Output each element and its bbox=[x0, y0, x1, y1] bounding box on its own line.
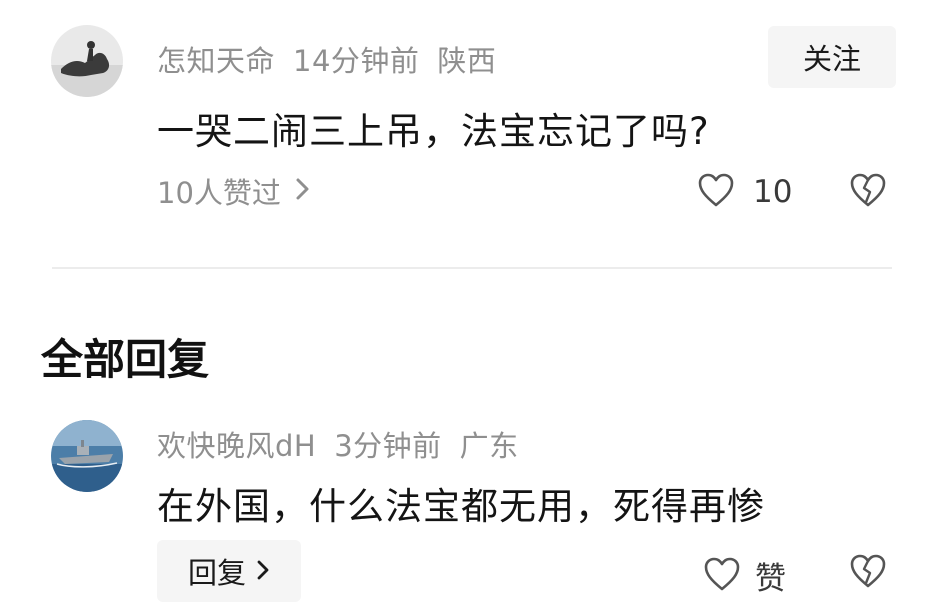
reply-time: 3分钟前 bbox=[334, 429, 442, 463]
broken-heart-icon bbox=[849, 553, 887, 593]
divider bbox=[52, 267, 892, 269]
section-title: 全部回复 bbox=[41, 335, 210, 384]
follow-button[interactable]: 关注 bbox=[768, 26, 896, 88]
comment-meta: 怎知天命 14分钟前 陕西 bbox=[157, 38, 514, 80]
comment-location: 陕西 bbox=[437, 44, 497, 78]
heart-outline-icon bbox=[697, 172, 735, 212]
comment-like-count: 10 bbox=[753, 174, 793, 210]
comment-avatar[interactable] bbox=[51, 25, 123, 97]
likers-label: 10人赞过 bbox=[157, 176, 281, 210]
reply-avatar[interactable] bbox=[51, 420, 123, 492]
chevron-right-icon bbox=[256, 554, 270, 588]
reply-button-label: 回复 bbox=[187, 556, 246, 590]
reply-button[interactable]: 回复 bbox=[157, 540, 301, 602]
broken-heart-icon bbox=[849, 172, 887, 212]
chevron-right-icon bbox=[295, 174, 311, 208]
reply-like-label: 赞 bbox=[755, 561, 786, 597]
reply-dislike-button[interactable] bbox=[849, 553, 887, 593]
comment-text: 一哭二闹三上吊，法宝忘记了吗? bbox=[157, 110, 710, 153]
reply-meta: 欢快晚风dH 3分钟前 广东 bbox=[157, 423, 537, 465]
comment-like-button[interactable]: 10 bbox=[697, 172, 792, 212]
comment-time: 14分钟前 bbox=[293, 44, 420, 78]
reply-text: 在外国，什么法宝都无用，死得再惨 bbox=[157, 485, 765, 528]
reply-location: 广东 bbox=[459, 429, 519, 463]
reply-like-button[interactable]: 赞 bbox=[703, 553, 786, 598]
comment-username[interactable]: 怎知天命 bbox=[157, 44, 275, 78]
likers-link[interactable]: 10人赞过 bbox=[157, 170, 311, 212]
comment-dislike-button[interactable] bbox=[849, 172, 887, 212]
reply-username[interactable]: 欢快晚风dH bbox=[157, 429, 316, 463]
heart-outline-icon bbox=[703, 556, 741, 596]
